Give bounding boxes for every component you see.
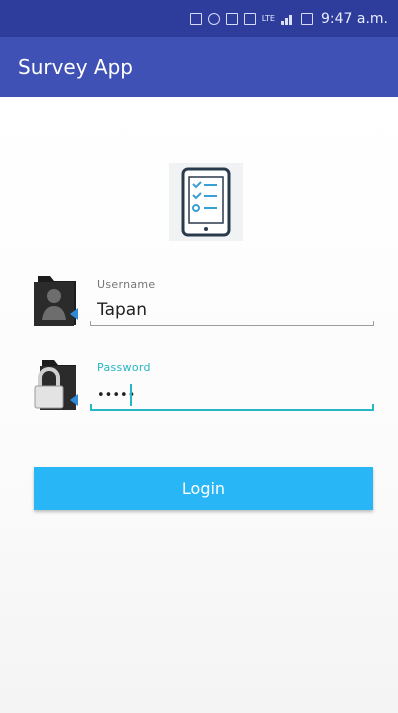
lte-label: LTE (261, 14, 275, 23)
battery-icon (300, 13, 313, 25)
app-bar: Survey App (0, 37, 398, 97)
username-underline-tick-right (373, 321, 374, 326)
app-title: Survey App (18, 55, 133, 79)
sim-icon (189, 13, 202, 25)
user-folder-icon (34, 276, 78, 326)
status-bar: LTE 9:47 a.m. (0, 0, 398, 37)
username-underline (90, 325, 374, 326)
password-underline (90, 409, 374, 411)
survey-tablet-icon (169, 163, 243, 241)
lock-folder-icon (34, 360, 78, 410)
notification-icon (243, 13, 256, 25)
wifi-icon (207, 13, 220, 25)
username-underline-tick-left (90, 321, 91, 326)
login-button[interactable]: Login (34, 467, 373, 510)
password-label: Password (97, 361, 151, 374)
text-cursor (130, 384, 132, 406)
username-input[interactable] (97, 296, 373, 324)
signal-icon (280, 13, 295, 25)
volte-icon (225, 13, 238, 25)
password-underline-tick-left (90, 404, 92, 409)
login-content: Username Password Login (0, 97, 398, 713)
password-underline-tick-right (372, 404, 374, 409)
status-time: 9:47 a.m. (320, 11, 388, 27)
status-icons: LTE 9:47 a.m. (189, 11, 388, 27)
username-label: Username (97, 278, 156, 291)
